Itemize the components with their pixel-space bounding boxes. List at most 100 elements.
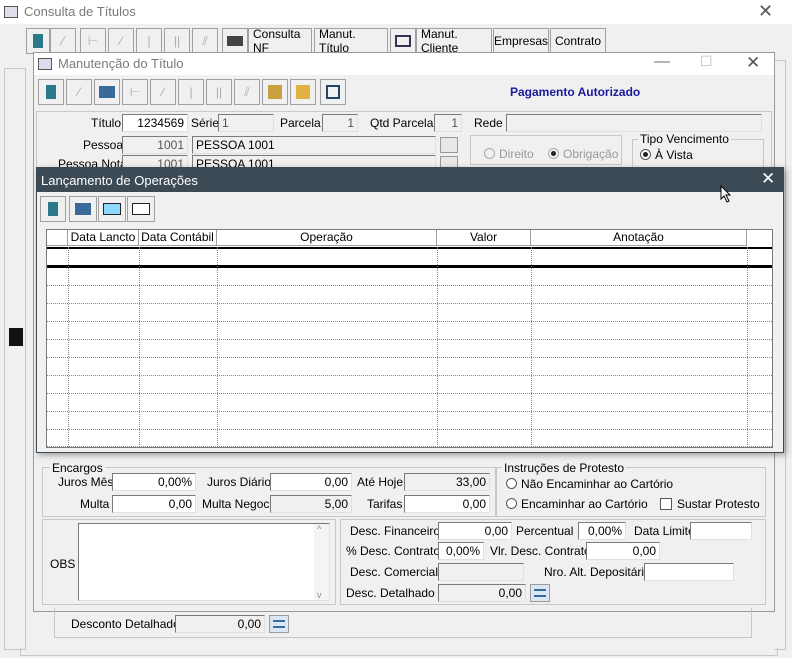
pessoa-label: Pessoa	[83, 138, 124, 152]
nro-alt-depositario-input[interactable]	[644, 563, 734, 581]
table-row[interactable]	[47, 321, 772, 322]
desc-comercial-label: Desc. Comercial	[350, 565, 439, 579]
manut-titulo-button[interactable]: Manut. Título	[314, 27, 388, 55]
table-row[interactable]	[47, 285, 772, 286]
juros-mes-input[interactable]: 0,00%	[112, 473, 196, 491]
nro-alt-depositario-label: Nro. Alt. Depositário	[544, 565, 651, 579]
table-row[interactable]	[47, 375, 772, 376]
close-icon[interactable]: ✕	[758, 1, 773, 22]
percentual-label: Percentual	[516, 524, 574, 538]
next-button[interactable]: |	[178, 79, 204, 105]
multa-negoc-input[interactable]: 5,00	[270, 495, 352, 513]
close-icon[interactable]: ✕	[746, 53, 760, 73]
encaminhar-radio[interactable]: Encaminhar ao Cartório	[506, 497, 648, 511]
ate-hoje-input[interactable]: 33,00	[404, 473, 490, 491]
desc-comercial-input[interactable]	[438, 563, 524, 581]
minimize-icon[interactable]: —	[654, 53, 670, 71]
contrato-button[interactable]: Contrato	[550, 28, 606, 54]
column-header[interactable]: Operação	[217, 230, 437, 246]
add-row-button[interactable]	[98, 196, 126, 222]
edit-button[interactable]: ⁄	[50, 28, 76, 54]
print-button[interactable]	[222, 28, 248, 54]
grid-col-line	[437, 247, 438, 447]
prev-button[interactable]: ⁄	[108, 28, 134, 54]
pessoa-name-input[interactable]: PESSOA 1001	[192, 136, 436, 154]
direito-radio[interactable]: Direito	[484, 147, 534, 161]
nao-encaminhar-radio[interactable]: Não Encaminhar ao Cartório	[506, 477, 673, 491]
preview-button[interactable]	[320, 79, 346, 105]
save-button[interactable]	[94, 79, 120, 105]
main-window-title: Manutenção do Título	[58, 56, 184, 71]
folders-button[interactable]	[290, 79, 316, 105]
table-row[interactable]	[47, 393, 772, 394]
insert-row-icon	[132, 203, 150, 215]
qtd-parcela-input[interactable]: 1	[434, 114, 462, 132]
column-header[interactable]: Data Lancto	[68, 230, 139, 246]
add-row-icon	[103, 203, 121, 215]
titulo-label: Título	[91, 116, 122, 130]
last-button[interactable]: ||	[164, 28, 190, 54]
data-limite-input[interactable]	[690, 522, 752, 540]
table-row[interactable]	[47, 357, 772, 358]
desc-detalhado-input[interactable]: 0,00	[438, 584, 526, 602]
empresas-button[interactable]: Empresas	[493, 28, 549, 54]
juros-diario-input[interactable]: 0,00	[270, 473, 352, 491]
obs-scrollbar[interactable]: ^ v	[314, 524, 329, 600]
serie-input[interactable]: 1	[218, 114, 274, 132]
edit-button[interactable]: ⁄	[66, 79, 92, 105]
multa-input[interactable]: 0,00	[112, 495, 196, 513]
consulta-nf-button[interactable]: Consulta NF	[248, 27, 312, 55]
cliente-icon-button[interactable]	[390, 28, 416, 54]
titulo-input[interactable]: 1234569	[122, 114, 188, 132]
table-row[interactable]	[47, 429, 772, 430]
column-header[interactable]: Data Contábil	[139, 230, 217, 246]
back-window-titlebar: Consulta de Títulos ✕	[0, 0, 792, 24]
table-row[interactable]	[47, 446, 772, 447]
prev-button[interactable]: ⁄	[150, 79, 176, 105]
exit-button[interactable]	[38, 79, 64, 105]
copy-button[interactable]	[262, 79, 288, 105]
grid-row-separator	[47, 265, 772, 268]
tarifas-input[interactable]: 0,00	[404, 495, 490, 513]
manut-cliente-button[interactable]: Manut. Cliente	[416, 27, 492, 55]
first-button[interactable]: ⊢	[122, 79, 148, 105]
scroll-up-icon: ^	[317, 524, 322, 534]
obs-textarea[interactable]	[78, 523, 330, 601]
operations-grid[interactable]: Data Lancto Data Contábil Operação Valor…	[46, 229, 773, 448]
dialog-title: Lançamento de Operações	[41, 173, 198, 188]
exit-button[interactable]	[40, 196, 66, 222]
desc-financeiro-input[interactable]: 0,00	[438, 522, 512, 540]
pessoa-lookup-button[interactable]	[440, 137, 458, 153]
desconto-detalhado-list-button[interactable]	[269, 615, 289, 633]
desc-contrato-input[interactable]: 0,00%	[438, 542, 484, 560]
desconto-detalhado-input[interactable]: 0,00	[175, 615, 265, 633]
insert-row-button[interactable]	[127, 196, 155, 222]
sustar-protesto-checkbox[interactable]: Sustar Protesto	[660, 497, 760, 511]
back-dark-row-marker	[9, 328, 23, 346]
a-vista-radio[interactable]: À Vista	[640, 148, 693, 162]
rede-input[interactable]	[506, 114, 762, 132]
close-icon[interactable]: ✕	[761, 169, 775, 189]
table-row[interactable]	[47, 339, 772, 340]
grid-col-line	[217, 247, 218, 447]
maximize-icon[interactable]: ☐	[700, 53, 713, 70]
desc-detalhado-list-button[interactable]	[530, 584, 550, 602]
parcela-input[interactable]: 1	[322, 114, 358, 132]
table-row[interactable]	[47, 411, 772, 412]
column-header[interactable]: Valor	[437, 230, 531, 246]
obrigacao-radio[interactable]: Obrigação	[548, 147, 618, 161]
exit-button[interactable]	[26, 28, 50, 54]
vlr-desc-contrato-input[interactable]: 0,00	[586, 542, 660, 560]
percentual-input[interactable]: 0,00%	[578, 522, 626, 540]
last-button[interactable]: ||	[206, 79, 232, 105]
table-row[interactable]	[47, 249, 772, 265]
table-row[interactable]	[47, 303, 772, 304]
filter-button[interactable]: ⫽	[234, 79, 260, 105]
pessoa-code-input[interactable]: 1001	[122, 136, 188, 154]
first-button[interactable]: ⊢	[80, 28, 106, 54]
column-header[interactable]: Anotação	[531, 230, 747, 246]
save-button[interactable]	[69, 196, 97, 222]
folders-icon	[296, 85, 310, 99]
filter-button[interactable]: ⫽	[192, 28, 218, 54]
next-button[interactable]: |	[136, 28, 162, 54]
